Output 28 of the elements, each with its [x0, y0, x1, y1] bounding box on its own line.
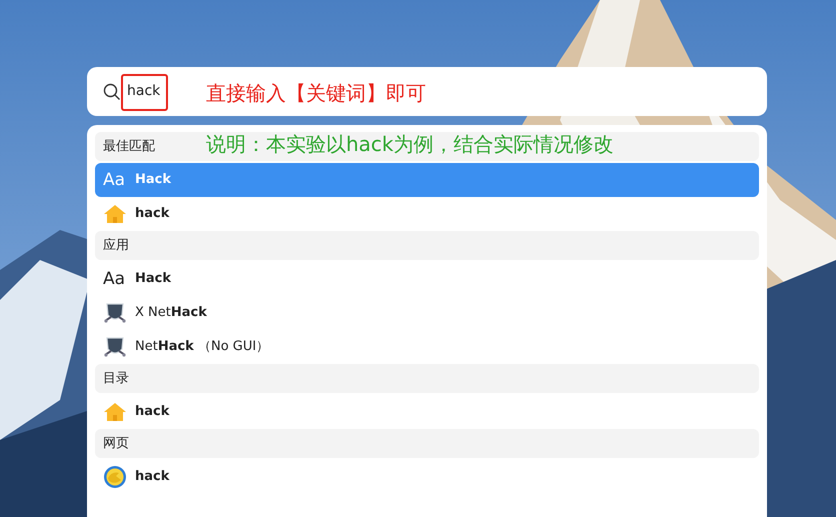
search-icon	[103, 82, 121, 100]
font-icon: Aa	[103, 270, 127, 288]
result-item[interactable]: X NetHack	[95, 296, 759, 330]
result-item[interactable]: NetHack （No GUI）	[95, 330, 759, 364]
result-title: X NetHack	[135, 304, 207, 322]
shield-icon	[103, 335, 127, 359]
house-icon	[103, 202, 127, 226]
result-item[interactable]: Aa Hack	[95, 262, 759, 296]
search-field[interactable]: hack	[127, 81, 187, 102]
result-title: Hack	[135, 171, 172, 190]
house-icon	[103, 400, 127, 424]
globe-icon	[103, 465, 127, 489]
result-title: NetHack （No GUI）	[135, 338, 270, 356]
result-title: hack	[135, 403, 170, 422]
section-header: 应用	[103, 236, 129, 255]
result-title: hack	[135, 468, 170, 486]
result-title: Hack	[135, 270, 172, 288]
result-item[interactable]: hack	[95, 197, 759, 231]
result-item[interactable]: hack	[95, 460, 759, 494]
annotation-text: 直接输入【关键词】即可	[206, 80, 426, 107]
shield-icon	[103, 301, 127, 325]
font-icon: Aa	[103, 172, 127, 188]
result-title: hack	[135, 205, 170, 224]
section-header: 网页	[103, 434, 129, 453]
annotation-text: 说明：本实验以hack为例，结合实际情况修改	[206, 131, 614, 158]
result-item[interactable]: hack	[95, 395, 759, 429]
section-header: 目录	[103, 370, 129, 388]
section-header: 最佳匹配	[103, 138, 155, 156]
